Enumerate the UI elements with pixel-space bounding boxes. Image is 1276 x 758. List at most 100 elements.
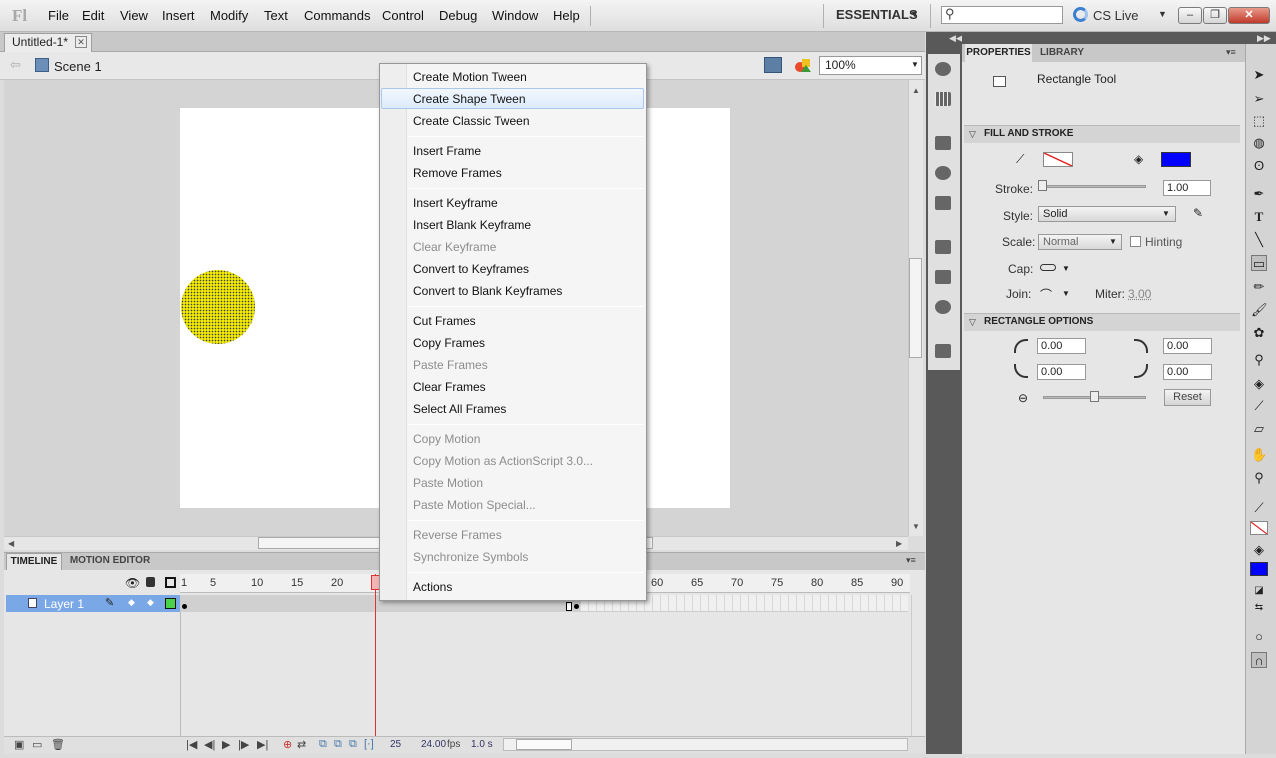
project-icon[interactable] bbox=[935, 344, 951, 358]
swatches-icon[interactable] bbox=[935, 92, 951, 106]
miter-value[interactable]: 3.00 bbox=[1128, 287, 1151, 301]
step-back-icon[interactable]: ◀| bbox=[204, 738, 215, 751]
cs-live-button[interactable]: CS Live bbox=[1093, 8, 1139, 23]
black-white-icon[interactable]: ◪ bbox=[1251, 583, 1267, 599]
edit-symbols-icon[interactable] bbox=[794, 57, 812, 73]
menu-item-remove-frames[interactable]: Remove Frames bbox=[413, 166, 502, 180]
collapse-tools-icon[interactable]: ▶▶ bbox=[1257, 33, 1271, 44]
layer-color-swatch[interactable] bbox=[165, 598, 176, 609]
tab-timeline[interactable]: TIMELINE bbox=[6, 553, 62, 570]
center-frame-icon[interactable]: ⊕ bbox=[283, 738, 292, 751]
rectangle-tool-icon[interactable]: ▭ bbox=[1251, 255, 1267, 271]
menu-item-actions[interactable]: Actions bbox=[413, 580, 452, 594]
chevron-down-icon[interactable]: ▼ bbox=[1062, 289, 1070, 298]
lasso-tool-icon[interactable]: ʘ bbox=[1251, 158, 1267, 174]
close-icon[interactable]: ✕ bbox=[75, 36, 87, 48]
lock-icon[interactable] bbox=[146, 577, 155, 587]
search-input[interactable] bbox=[941, 6, 1063, 24]
3d-rotation-tool-icon[interactable]: ◍ bbox=[1251, 135, 1267, 151]
edit-scene-icon[interactable] bbox=[764, 57, 782, 73]
menu-item-create-classic-tween[interactable]: Create Classic Tween bbox=[413, 114, 530, 128]
stroke-color-swatch[interactable] bbox=[1043, 152, 1073, 167]
menu-item-copy-frames[interactable]: Copy Frames bbox=[413, 336, 485, 350]
menu-commands[interactable]: Commands bbox=[304, 8, 370, 23]
link-icon[interactable]: ⊖ bbox=[1018, 391, 1028, 405]
new-layer-icon[interactable]: ▣ bbox=[14, 738, 24, 751]
stroke-slider-knob[interactable] bbox=[1038, 180, 1047, 191]
menu-help[interactable]: Help bbox=[553, 8, 580, 23]
menu-modify[interactable]: Modify bbox=[210, 8, 248, 23]
menu-item-create-motion-tween[interactable]: Create Motion Tween bbox=[413, 70, 527, 84]
vertical-scroll-thumb[interactable] bbox=[909, 258, 922, 358]
motion-presets-icon[interactable] bbox=[935, 300, 951, 314]
snap-to-objects-icon[interactable]: ∩ bbox=[1251, 652, 1267, 668]
menu-view[interactable]: View bbox=[120, 8, 148, 23]
object-drawing-icon[interactable]: ○ bbox=[1251, 629, 1267, 645]
menu-item-create-shape-tween[interactable]: Create Shape Tween bbox=[413, 92, 526, 106]
tab-motion-editor[interactable]: MOTION EDITOR bbox=[64, 553, 156, 570]
maximize-button[interactable]: ❐ bbox=[1203, 7, 1227, 24]
scene-breadcrumb[interactable]: Scene 1 bbox=[54, 59, 102, 74]
stroke-style-select[interactable]: Solid bbox=[1038, 206, 1176, 222]
panel-menu-icon[interactable]: ▾≡ bbox=[1226, 47, 1236, 58]
panel-menu-icon[interactable]: ▾≡ bbox=[906, 555, 916, 566]
new-folder-icon[interactable]: ▭ bbox=[32, 738, 42, 751]
menu-file[interactable]: File bbox=[48, 8, 69, 23]
menu-edit[interactable]: Edit bbox=[82, 8, 104, 23]
scroll-right-icon[interactable]: ▶ bbox=[896, 539, 902, 548]
scroll-left-icon[interactable]: ◀ bbox=[8, 539, 14, 548]
eyedropper-tool-icon[interactable]: ⟋ bbox=[1251, 398, 1267, 414]
pencil-tool-icon[interactable]: ✏ bbox=[1251, 279, 1267, 295]
line-tool-icon[interactable]: ╲ bbox=[1251, 232, 1267, 248]
chevron-down-icon[interactable]: ▼ bbox=[1158, 9, 1167, 19]
menu-item-insert-frame[interactable]: Insert Frame bbox=[413, 144, 481, 158]
back-arrow-icon[interactable]: ⇦ bbox=[10, 57, 21, 73]
scroll-down-icon[interactable]: ▼ bbox=[912, 522, 920, 531]
tab-properties[interactable]: PROPERTIES bbox=[965, 44, 1032, 62]
menu-insert[interactable]: Insert bbox=[162, 8, 195, 23]
chevron-down-icon[interactable]: ▼ bbox=[911, 60, 919, 69]
chevron-down-icon[interactable]: ▼ bbox=[1162, 209, 1170, 218]
chevron-down-icon[interactable]: ▼ bbox=[910, 9, 919, 19]
menu-window[interactable]: Window bbox=[492, 8, 538, 23]
stroke-width-field[interactable]: 1.00 bbox=[1163, 180, 1211, 196]
pen-tool-icon[interactable]: ✒ bbox=[1251, 186, 1267, 202]
color-panel-icon[interactable] bbox=[935, 62, 951, 76]
minimize-button[interactable]: ‒ bbox=[1178, 7, 1202, 24]
corner-radius-bottom-right[interactable]: 0.00 bbox=[1163, 364, 1212, 380]
menu-control[interactable]: Control bbox=[382, 8, 424, 23]
corner-radius-bottom-left[interactable]: 0.00 bbox=[1037, 364, 1086, 380]
playhead-line[interactable] bbox=[375, 574, 376, 738]
menu-debug[interactable]: Debug bbox=[439, 8, 477, 23]
go-to-first-icon[interactable]: |◀ bbox=[186, 738, 197, 751]
collapse-arrow-icon[interactable]: ▽ bbox=[969, 129, 976, 140]
eraser-tool-icon[interactable]: ▱ bbox=[1251, 421, 1267, 437]
play-icon[interactable]: ▶ bbox=[222, 738, 230, 751]
free-transform-tool-icon[interactable]: ⬚ bbox=[1251, 113, 1267, 129]
end-frame-marker[interactable] bbox=[566, 602, 572, 611]
components-icon[interactable] bbox=[935, 270, 951, 284]
timeline-scroll-thumb[interactable] bbox=[516, 739, 572, 750]
corner-radius-top-right[interactable]: 0.00 bbox=[1163, 338, 1212, 354]
visibility-dot-icon[interactable]: ◆ bbox=[128, 597, 135, 608]
stroke-slider[interactable] bbox=[1040, 185, 1146, 188]
swap-colors-icon[interactable]: ⇆ bbox=[1251, 600, 1267, 616]
menu-item-insert-blank-keyframe[interactable]: Insert Blank Keyframe bbox=[413, 218, 531, 232]
modify-markers-icon[interactable]: [·] bbox=[364, 738, 374, 750]
layer-name[interactable]: Layer 1 bbox=[44, 597, 84, 611]
text-tool-icon[interactable]: T bbox=[1251, 209, 1267, 225]
eye-icon[interactable]: 👁 bbox=[125, 576, 140, 590]
menu-item-convert-to-blank-keyframes[interactable]: Convert to Blank Keyframes bbox=[413, 284, 562, 298]
fill-color-swatch[interactable] bbox=[1250, 562, 1268, 576]
fill-color-swatch[interactable] bbox=[1161, 152, 1191, 167]
corner-radius-top-left[interactable]: 0.00 bbox=[1037, 338, 1086, 354]
edit-stroke-style-icon[interactable]: ✎ bbox=[1193, 206, 1203, 220]
chevron-down-icon[interactable]: ▼ bbox=[1062, 264, 1070, 273]
scroll-up-icon[interactable]: ▲ bbox=[912, 86, 920, 95]
trash-icon[interactable]: 🗑 bbox=[51, 738, 65, 751]
onion-outlines-icon[interactable]: ⧉ bbox=[334, 738, 342, 751]
lock-dot-icon[interactable]: ◆ bbox=[147, 597, 154, 608]
cap-round-icon[interactable] bbox=[1040, 264, 1056, 271]
menu-item-clear-frames[interactable]: Clear Frames bbox=[413, 380, 486, 394]
transform-icon[interactable] bbox=[935, 196, 951, 210]
